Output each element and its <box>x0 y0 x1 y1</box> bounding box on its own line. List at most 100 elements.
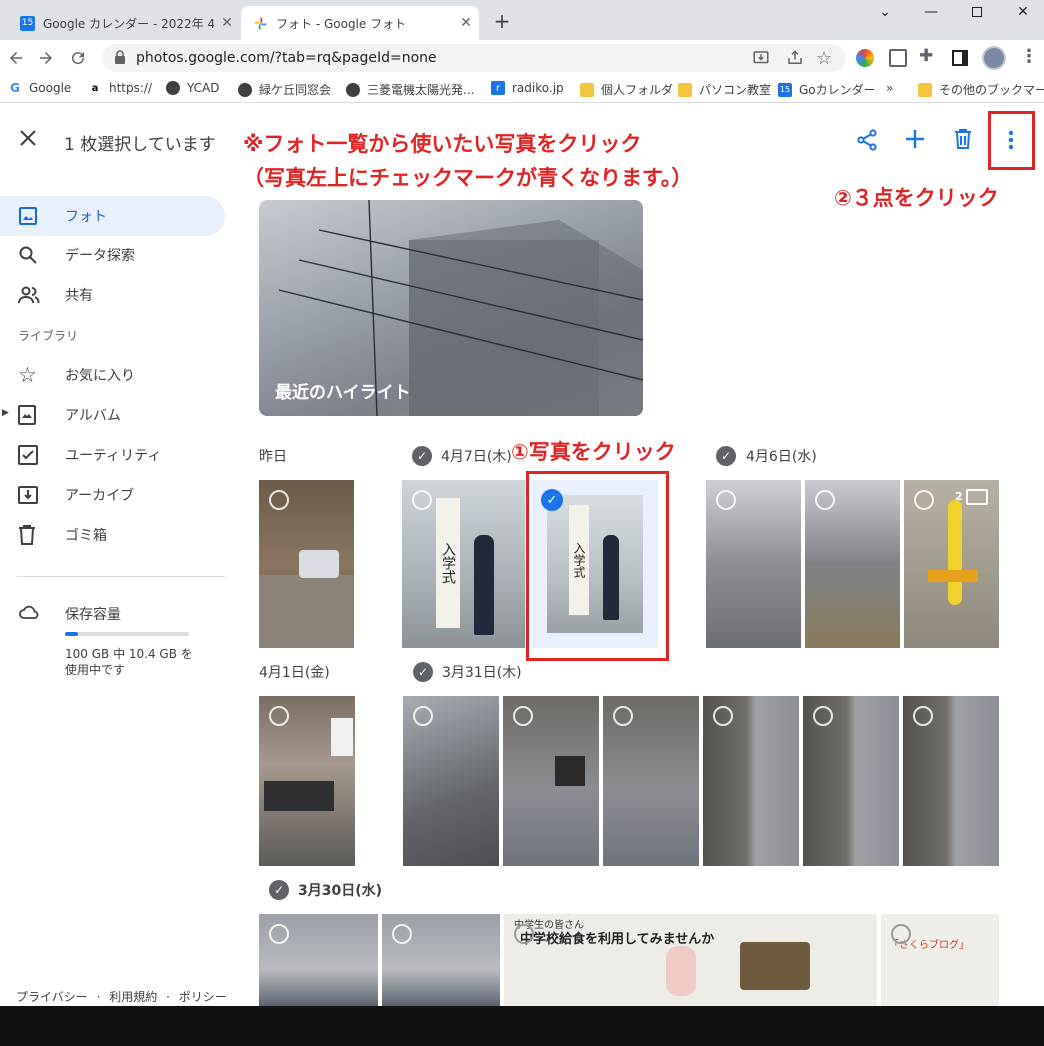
share-icon[interactable] <box>855 128 879 156</box>
extensions-icon[interactable]: ✚ <box>919 46 933 66</box>
photo-thumbnail[interactable]: 2 <box>904 480 999 648</box>
select-checkbox[interactable] <box>269 924 289 944</box>
close-selection-icon[interactable] <box>18 128 38 152</box>
tab-title: フォト - Google フォト <box>276 16 407 31</box>
photo-thumbnail[interactable] <box>703 696 799 866</box>
select-date-checkbox[interactable]: ✓ <box>269 880 289 900</box>
photo-thumbnail[interactable] <box>403 696 499 866</box>
photo-thumbnail[interactable] <box>259 696 355 866</box>
sidebar-item-trash[interactable]: ゴミ箱 <box>0 515 225 555</box>
select-date-checkbox[interactable]: ✓ <box>413 662 433 682</box>
sidebar-item-archive[interactable]: アーカイブ <box>0 475 225 515</box>
trash-icon[interactable] <box>952 127 974 155</box>
bookmark-personal-folder[interactable]: 個人フォルダ <box>580 81 673 98</box>
terms-link[interactable]: 利用規約 <box>109 990 157 1004</box>
photo-thumbnail[interactable] <box>503 696 599 866</box>
select-checkbox[interactable] <box>269 490 289 510</box>
photo-stack-icon <box>966 489 988 505</box>
photo-thumbnail[interactable] <box>382 914 500 1006</box>
bookmark-https[interactable]: a https:// <box>88 81 152 95</box>
share-page-icon[interactable] <box>786 49 804 71</box>
select-checkbox[interactable] <box>815 490 835 510</box>
bookmark-ycad[interactable]: YCAD <box>166 81 220 95</box>
select-checkbox[interactable] <box>392 924 412 944</box>
bookmark-radiko[interactable]: r radiko.jp <box>491 81 564 95</box>
select-checkbox[interactable] <box>716 490 736 510</box>
side-panel-icon[interactable] <box>952 50 968 66</box>
select-checkbox[interactable] <box>913 706 933 726</box>
lock-icon[interactable] <box>114 50 126 69</box>
select-checkbox[interactable] <box>269 706 289 726</box>
photo-thumbnail[interactable] <box>603 696 699 866</box>
tab-search-icon[interactable]: ⌄ <box>862 0 908 24</box>
browser-window: 15 Google カレンダー - 2022年 4月 18 ✕ フォト - Go… <box>0 0 1044 1046</box>
recent-highlights-card[interactable]: 最近のハイライト <box>259 200 643 416</box>
reload-icon[interactable] <box>66 46 90 70</box>
bookmark-star-icon[interactable]: ☆ <box>816 48 832 69</box>
select-checkbox[interactable] <box>513 706 533 726</box>
select-checkbox[interactable] <box>412 490 432 510</box>
select-checkbox[interactable] <box>891 924 911 944</box>
bookmark-google[interactable]: G Google <box>8 81 71 95</box>
footer-links: プライバシー · 利用規約 · ポリシー <box>16 988 227 1005</box>
address-bar[interactable]: photos.google.com/?tab=rq&pageId=none ☆ <box>102 44 846 72</box>
sidebar-item-photos[interactable]: フォト <box>0 196 225 236</box>
bookmark-other[interactable]: その他のブックマーク <box>918 81 1044 98</box>
bookmark-label: » <box>886 81 894 95</box>
more-options-highlight-box <box>988 111 1035 170</box>
url-text: photos.google.com/?tab=rq&pageId=none <box>136 50 437 66</box>
photos-icon <box>253 16 268 31</box>
close-tab-icon[interactable]: ✕ <box>453 15 479 31</box>
photo-thumbnail[interactable] <box>805 480 900 648</box>
close-window-icon[interactable]: ✕ <box>1000 0 1044 24</box>
tab-google-photos[interactable]: フォト - Google フォト ✕ <box>241 6 479 40</box>
new-tab-button[interactable]: + <box>490 10 514 34</box>
bookmark-pc-class[interactable]: パソコン教室 <box>678 81 771 98</box>
maximize-icon[interactable] <box>954 0 1000 24</box>
bookmark-alumni[interactable]: 緑ケ丘同窓会 <box>238 81 331 98</box>
sidebar-item-favorites[interactable]: ☆ お気に入り <box>0 355 225 395</box>
sidebar-item-storage[interactable]: 保存容量 <box>0 594 225 634</box>
select-date-checkbox[interactable]: ✓ <box>716 446 736 466</box>
bookmark-solar[interactable]: 三菱電機太陽光発... <box>346 81 474 98</box>
cast-icon[interactable] <box>889 49 907 67</box>
photo-thumbnail[interactable] <box>259 914 378 1006</box>
install-icon[interactable] <box>752 49 770 71</box>
minimize-icon[interactable]: — <box>908 0 954 24</box>
photo-thumbnail[interactable]: 「さくらブログ」 <box>881 914 999 1006</box>
browser-menu-icon[interactable]: ⋮ <box>1020 46 1038 67</box>
privacy-link[interactable]: プライバシー <box>16 990 88 1004</box>
photo-thumbnail[interactable] <box>903 696 999 866</box>
back-icon[interactable] <box>4 46 28 70</box>
sidebar-item-explore[interactable]: データ探索 <box>0 235 225 275</box>
close-tab-icon[interactable]: ✕ <box>214 15 240 31</box>
utilities-icon <box>18 445 40 467</box>
profile-avatar[interactable] <box>982 46 1006 70</box>
select-checkbox[interactable] <box>514 924 534 944</box>
photo-thumbnail[interactable] <box>803 696 899 866</box>
policy-link[interactable]: ポリシー <box>179 990 227 1004</box>
archive-icon <box>18 485 40 507</box>
select-checkbox[interactable] <box>813 706 833 726</box>
bookmark-label: Goカレンダー <box>799 83 876 97</box>
bookmark-go-calendar[interactable]: 15 Goカレンダー <box>778 81 876 98</box>
forward-icon[interactable] <box>34 46 58 70</box>
bookmarks-overflow-button[interactable]: » <box>886 81 893 95</box>
select-date-checkbox[interactable]: ✓ <box>412 446 432 466</box>
bookmark-label: 緑ケ丘同窓会 <box>259 83 332 97</box>
color-extension-icon[interactable] <box>856 49 874 67</box>
expand-arrow-icon[interactable]: ▶ <box>2 408 9 418</box>
sidebar-item-utilities[interactable]: ユーティリティ <box>0 435 225 475</box>
tab-google-calendar[interactable]: 15 Google カレンダー - 2022年 4月 18 ✕ <box>8 6 240 40</box>
select-checkbox[interactable] <box>413 706 433 726</box>
photo-thumbnail[interactable] <box>259 480 354 648</box>
select-checkbox[interactable] <box>613 706 633 726</box>
sidebar-item-albums[interactable]: ▶ アルバム <box>0 395 225 435</box>
add-to-icon[interactable] <box>904 128 926 154</box>
photo-thumbnail[interactable]: 中学生の皆さん 中学校給食を利用してみませんか <box>504 914 877 1006</box>
select-checkbox[interactable] <box>914 490 934 510</box>
sidebar-item-sharing[interactable]: 共有 <box>0 275 225 315</box>
select-checkbox[interactable] <box>713 706 733 726</box>
photo-thumbnail[interactable]: 入学式 <box>402 480 525 648</box>
photo-thumbnail[interactable] <box>706 480 801 648</box>
